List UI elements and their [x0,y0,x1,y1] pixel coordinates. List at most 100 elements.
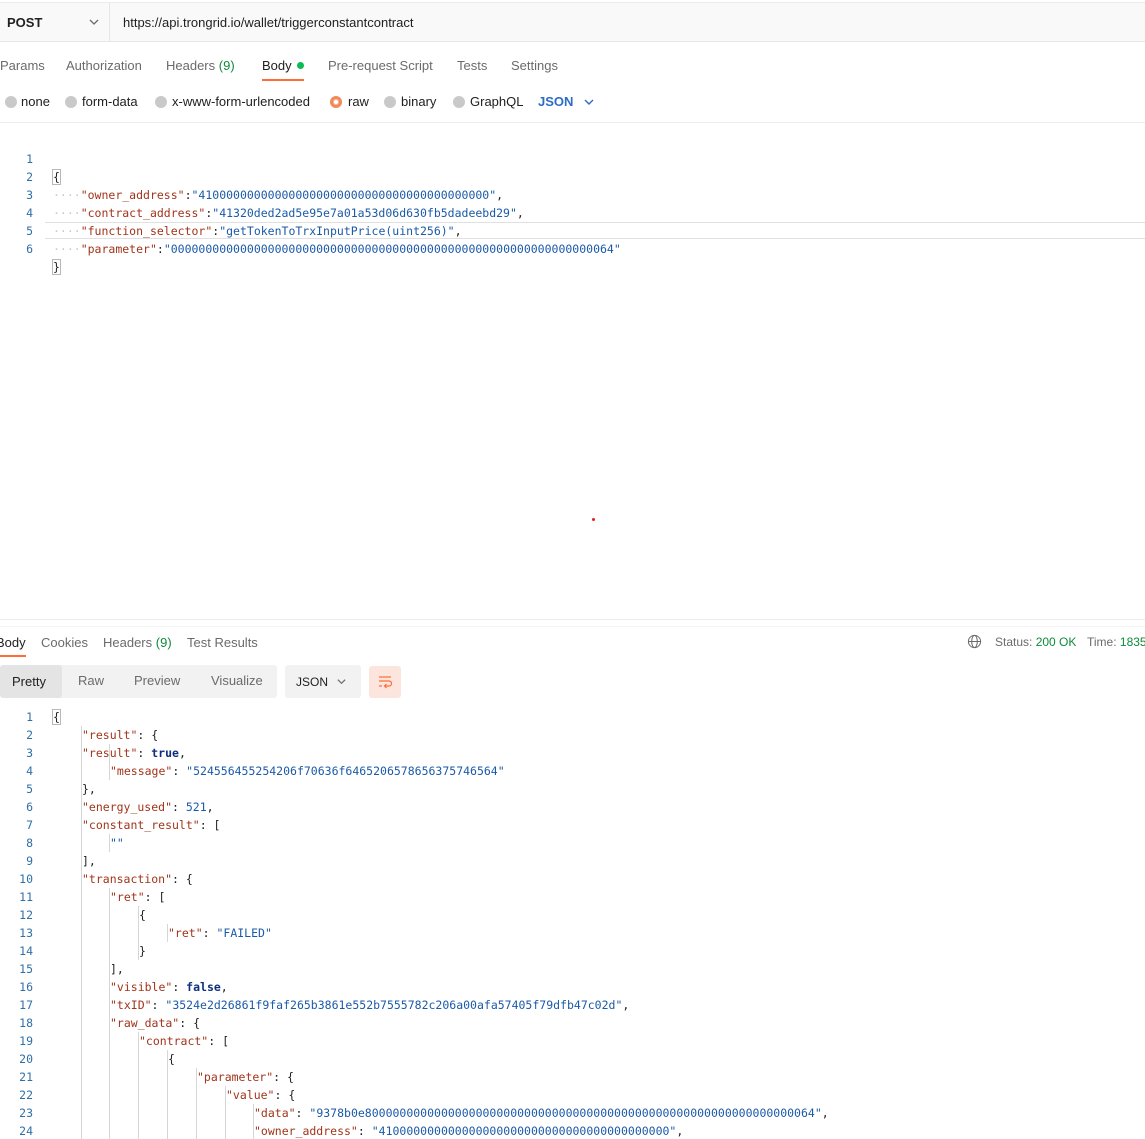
body-format-select[interactable]: JSON [538,94,573,109]
radio-binary[interactable] [384,96,396,108]
pane-divider[interactable] [0,619,1145,620]
radio-label-raw[interactable]: raw [348,94,369,109]
json-punctuation: } [139,944,146,958]
chevron-down-icon[interactable] [583,96,595,108]
view-preview[interactable]: Preview [134,673,180,688]
json-key: "ret" [168,926,203,940]
tab-response-headers[interactable]: Headers (9) [103,635,172,650]
radio-label-form-data[interactable]: form-data [82,94,138,109]
code-line: 20 { [0,1050,1145,1068]
response-format-select[interactable]: JSON [285,665,361,698]
json-punctuation: : { [137,728,159,742]
radio-label-urlencoded[interactable]: x-www-form-urlencoded [172,94,310,109]
view-visualize[interactable]: Visualize [211,673,263,688]
url-bar: POST https://api.trongrid.io/wallet/trig… [0,2,1145,42]
json-punctuation: , [178,746,186,760]
line-number: 5 [26,782,33,796]
line-number: 18 [19,1016,33,1030]
tab-tests[interactable]: Tests [457,58,487,73]
globe-icon[interactable] [967,634,982,649]
radio-label-none[interactable]: none [21,94,50,109]
line-number: 20 [19,1052,33,1066]
json-value: 521 [185,800,207,814]
code-line: 9], [0,852,1145,870]
json-punctuation: ], [82,854,96,868]
json-key: "value" [226,1088,275,1102]
tab-pre-request-script[interactable]: Pre-request Script [328,58,433,73]
json-key: "contract" [139,1034,209,1048]
tab-count: (9) [155,635,172,650]
code-line: 17 "txID": "3524e2d26861f9faf265b3861e552… [0,996,1145,1014]
response-format-label: JSON [296,675,329,689]
time-indicator[interactable]: Time: 1835 [1087,635,1145,649]
tab-settings[interactable]: Settings [511,58,558,73]
wrap-lines-button[interactable] [369,666,401,698]
radio-none[interactable] [5,96,17,108]
line-number: 8 [26,836,33,850]
json-value: "9378b0e80000000000000000000000000000000… [309,1106,822,1120]
json-punctuation: : [ [144,890,166,904]
tab-label: Authorization [66,58,142,73]
code-line: 6 "energy_used": 521, [0,798,1145,816]
tab-params[interactable]: Params [0,58,45,73]
tab-response-body[interactable]: Body [0,635,26,650]
json-punctuation: : [137,746,152,760]
code-line: 24 "owner_address": "41000000000000000000… [0,1122,1145,1139]
json-punctuation: : [151,998,166,1012]
tab-test-results[interactable]: Test Results [187,635,258,650]
indent-guide [81,726,82,1139]
json-punctuation: : [357,1124,372,1138]
json-key: "parameter" [80,242,157,256]
method-select[interactable]: POST [0,3,110,41]
json-punctuation: , [206,800,214,814]
radio-label-graphql[interactable]: GraphQL [470,94,523,109]
indent-guide [109,744,110,780]
radio-label-binary[interactable]: binary [401,94,436,109]
status-indicator[interactable]: Status: 200 OK [995,635,1076,649]
json-punctuation: : { [274,1088,296,1102]
indent-guide [109,834,110,852]
tab-label: Headers [103,635,153,650]
view-pretty[interactable]: Pretty [0,665,62,698]
json-key: "constant_result" [82,818,200,832]
json-value: "3524e2d26861f9faf265b3861e552b7555782c2… [165,998,623,1012]
json-punctuation: , [821,1106,829,1120]
indent-guide [138,1032,139,1139]
code-line: 5 ····"parameter":"000000000000000000000… [0,204,1145,256]
json-value: "524556455254206f70636f64652065786563757… [186,764,505,778]
line-number: 21 [19,1070,33,1084]
json-punctuation: { [139,908,146,922]
json-punctuation: : [202,926,217,940]
radio-raw[interactable] [330,96,342,108]
code-line: 23 "data": "9378b0e8000000000000000000000… [0,1104,1145,1122]
line-number: 22 [19,1088,33,1102]
tab-headers[interactable]: Headers (9) [166,58,235,73]
line-number: 10 [19,872,33,886]
tab-authorization[interactable]: Authorization [66,58,142,73]
url-input[interactable]: https://api.trongrid.io/wallet/triggerco… [123,15,413,30]
json-key: "result" [82,728,138,742]
wrap-lines-icon [379,676,393,689]
code-line: 5}, [0,780,1145,798]
tab-cookies[interactable]: Cookies [41,635,88,650]
json-key: "parameter" [197,1070,274,1084]
json-punctuation: : [ [199,818,221,832]
code-line: 4 ····"function_selector":"getTokenToTrx… [0,186,1145,238]
radio-graphql[interactable] [453,96,465,108]
json-key: "transaction" [82,872,173,886]
radio-urlencoded[interactable] [155,96,167,108]
radio-form-data[interactable] [65,96,77,108]
json-punctuation: : { [179,1016,201,1030]
view-raw[interactable]: Raw [78,673,104,688]
tab-count: (9) [218,58,235,73]
time-label: Time: [1087,635,1117,649]
tab-label: Headers [166,58,216,73]
line-number: 16 [19,980,33,994]
time-value: 1835 [1119,635,1145,649]
active-tab-underline [262,79,304,81]
json-punctuation: : { [172,872,193,886]
status-label: Status: [995,635,1033,649]
cursor-dot [592,518,595,521]
tab-body[interactable]: Body [262,58,304,73]
line-number: 17 [19,998,33,1012]
